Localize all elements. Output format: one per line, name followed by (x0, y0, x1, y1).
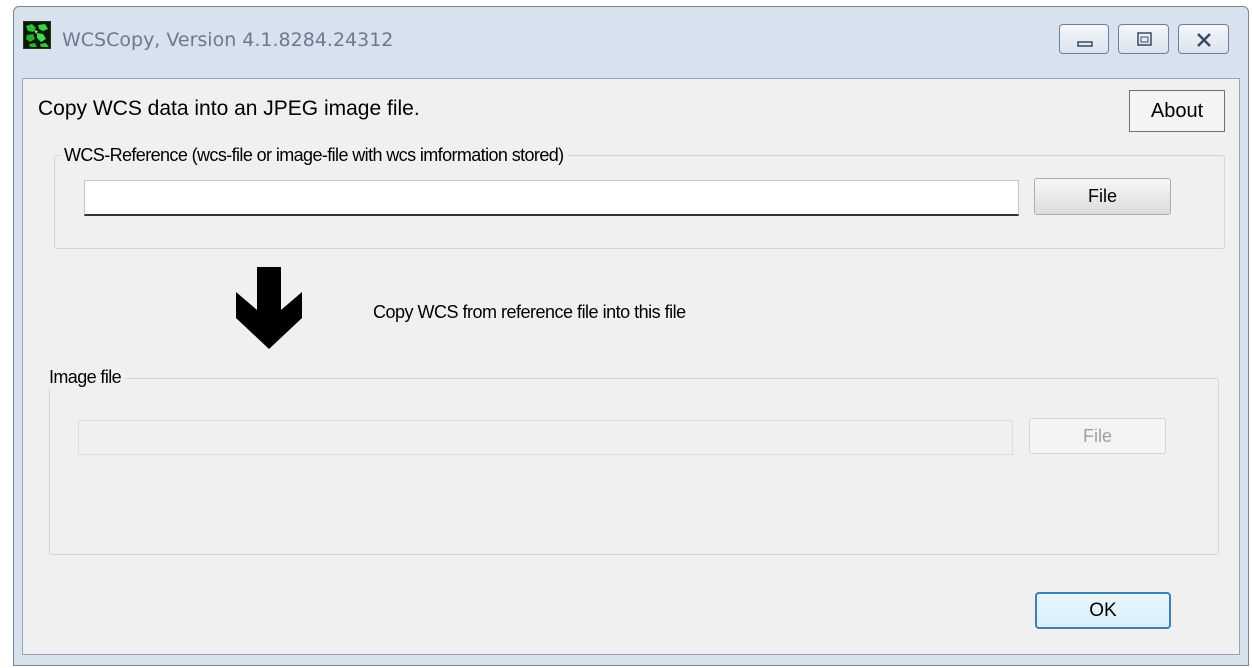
ok-button[interactable]: OK (1035, 592, 1171, 629)
image-file-group-label: Image file (45, 367, 126, 388)
app-logo-graphic (26, 24, 49, 47)
image-file-file-button[interactable]: File (1029, 418, 1166, 454)
minimize-icon (1077, 41, 1093, 47)
window-title: WCSCopy, Version 4.1.8284.24312 (62, 29, 394, 51)
app-icon[interactable] (23, 21, 51, 49)
wcs-reference-path-input[interactable] (84, 180, 1019, 216)
image-file-path-input[interactable] (78, 420, 1013, 455)
close-icon (1197, 33, 1211, 47)
about-button[interactable]: About (1129, 90, 1225, 132)
close-button[interactable] (1178, 24, 1229, 54)
app-window: WCSCopy, Version 4.1.8284.24312 Copy WCS… (13, 6, 1249, 666)
minimize-button[interactable] (1059, 24, 1109, 54)
image-file-group (49, 378, 1219, 555)
maximize-button[interactable] (1118, 24, 1169, 54)
maximize-icon (1137, 32, 1152, 46)
wcs-reference-file-button[interactable]: File (1034, 178, 1171, 215)
title-bar[interactable]: WCSCopy, Version 4.1.8284.24312 (14, 7, 1248, 75)
down-arrow-icon (236, 267, 302, 349)
copy-direction-note: Copy WCS from reference file into this f… (373, 302, 686, 322)
dialog-client-area: Copy WCS data into an JPEG image file. A… (22, 78, 1240, 655)
wcs-reference-group-label: WCS-Reference (wcs-file or image-file wi… (60, 145, 568, 166)
dialog-heading: Copy WCS data into an JPEG image file. (38, 97, 420, 120)
